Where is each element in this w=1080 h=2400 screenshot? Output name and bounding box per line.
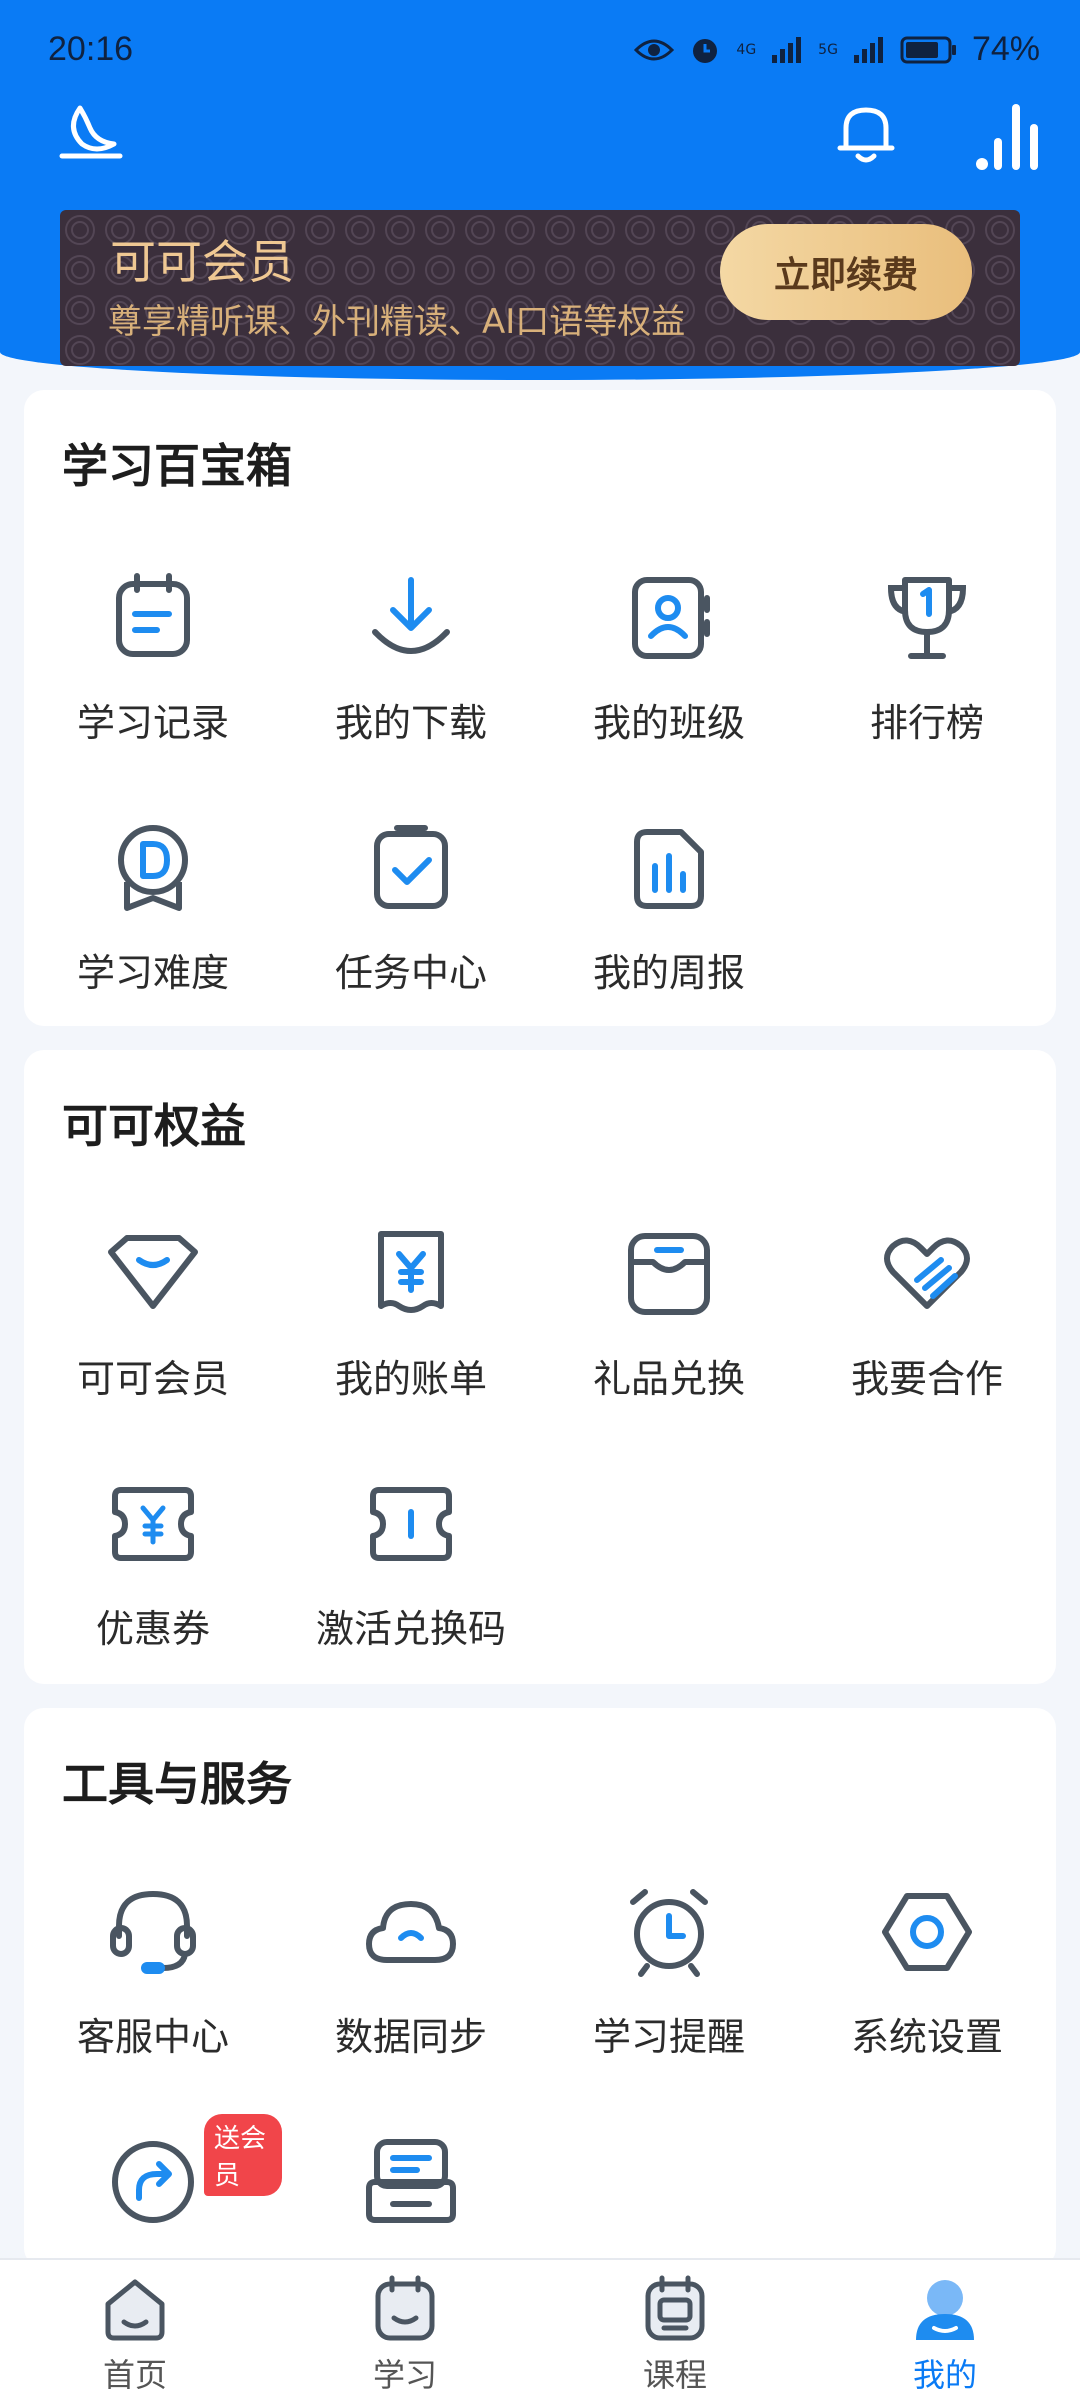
toolbox-title: 学习百宝箱	[62, 439, 292, 493]
activation-code-item[interactable]: 激活兑换码	[282, 1456, 540, 1656]
class-icon	[632, 577, 710, 659]
renew-button[interactable]: 立即续费	[720, 224, 972, 320]
system-settings-label: 系统设置	[850, 2015, 1003, 2059]
download-label: 我的下载	[334, 701, 487, 745]
network-type-2: 5G	[818, 41, 838, 58]
tab-course[interactable]: 课程	[540, 2260, 810, 2400]
share-arrow-icon	[112, 2141, 194, 2223]
network-type-1: 4G	[736, 41, 757, 58]
data-sync-item[interactable]: 数据同步	[282, 1864, 540, 2064]
alarm-clock-icon	[630, 1889, 708, 1977]
weekly-report-item[interactable]: 我的周报	[540, 800, 798, 1000]
tab-profile-label: 我的	[912, 2356, 977, 2394]
tab-home[interactable]: 首页	[0, 2260, 270, 2400]
bill-item[interactable]: 我的账单	[282, 1206, 540, 1406]
study-record-item[interactable]: 学习记录	[24, 550, 282, 750]
vip-member-label: 可可会员	[76, 1357, 229, 1401]
coupon-label: 优惠券	[95, 1607, 210, 1651]
bill-icon	[378, 1231, 444, 1313]
difficulty-item[interactable]: 学习难度	[24, 800, 282, 1000]
study-record-label: 学习记录	[76, 701, 229, 745]
stats-bars-icon[interactable]	[972, 98, 1044, 178]
weekly-report-icon	[634, 829, 704, 909]
profile-icon	[916, 2280, 974, 2340]
handshake-heart-icon	[884, 1237, 970, 1309]
activation-code-label: 激活兑换码	[315, 1607, 506, 1651]
bill-label: 我的账单	[334, 1357, 487, 1401]
home-icon	[105, 2279, 165, 2341]
leaderboard-label: 排行榜	[869, 701, 984, 745]
vip-title: 可可会员	[110, 235, 294, 289]
weekly-report-label: 我的周报	[592, 951, 745, 995]
status-time: 20:16	[48, 30, 134, 68]
alarm-icon	[693, 38, 718, 63]
study-icon	[375, 2275, 435, 2341]
difficulty-badge-icon	[118, 825, 188, 911]
vip-banner[interactable]: 可可会员 尊享精听课、外刊精读、AI口语等权益 立即续费	[60, 210, 1020, 366]
study-reminder-item[interactable]: 学习提醒	[540, 1864, 798, 2064]
download-item[interactable]: 我的下载	[282, 550, 540, 750]
gift-exchange-label: 礼品兑换	[592, 1357, 745, 1401]
cooperation-label: 我要合作	[850, 1357, 1003, 1401]
tab-home-label: 首页	[102, 2356, 167, 2394]
class-item[interactable]: 我的班级	[540, 550, 798, 750]
headset-icon	[110, 1890, 196, 1974]
vip-member-item[interactable]: 可可会员	[24, 1206, 282, 1406]
difficulty-label: 学习难度	[76, 951, 229, 995]
gift-box-icon	[628, 1233, 710, 1315]
battery-icon	[900, 36, 956, 63]
system-settings-item[interactable]: 系统设置	[798, 1864, 1056, 2064]
trophy-icon	[887, 577, 967, 659]
tab-course-label: 课程	[642, 2356, 707, 2394]
gift-vip-badge: 送会员	[204, 2114, 282, 2196]
ticket-icon	[370, 1487, 452, 1561]
task-clipboard-icon	[374, 825, 448, 909]
diamond-icon	[108, 1235, 198, 1309]
signal-icon	[772, 36, 802, 63]
benefits-title: 可可权益	[62, 1099, 246, 1153]
customer-service-label: 客服中心	[76, 2015, 229, 2059]
bottom-tab-bar: 首页 学习 课程 我的	[0, 2258, 1080, 2400]
tab-profile[interactable]: 我的	[810, 2260, 1080, 2400]
printer-icon	[366, 2139, 456, 2223]
battery-percent: 74%	[971, 30, 1040, 68]
study-reminder-label: 学习提醒	[592, 2015, 745, 2059]
benefits-card: 可可权益 可可会员 我的账单 礼品兑换 我要合作 优惠券 激活兑换码	[24, 1050, 1056, 1684]
bell-icon[interactable]	[832, 98, 900, 172]
tools-card: 工具与服务 客服中心 数据同步 学习提醒 系统设置 送会员	[24, 1708, 1056, 2268]
tab-study[interactable]: 学习	[270, 2260, 540, 2400]
night-mode-icon[interactable]	[56, 98, 126, 172]
task-center-label: 任务中心	[334, 951, 487, 995]
data-sync-label: 数据同步	[334, 2015, 487, 2059]
task-center-item[interactable]: 任务中心	[282, 800, 540, 1000]
course-icon	[645, 2275, 705, 2341]
download-icon	[372, 577, 450, 654]
cloud-sync-icon	[366, 1901, 456, 1963]
toolbox-card: 学习百宝箱 学习记录 我的下载 我的班级 排行榜 学习难度 任务中心 我的周报	[24, 390, 1056, 1026]
settings-hex-icon	[882, 1893, 972, 1971]
customer-service-item[interactable]: 客服中心	[24, 1864, 282, 2064]
signal-icon-2	[853, 36, 883, 63]
class-label: 我的班级	[592, 701, 745, 745]
coupon-icon	[112, 1487, 194, 1561]
tools-title: 工具与服务	[62, 1757, 292, 1811]
leaderboard-item[interactable]: 排行榜	[798, 550, 1056, 750]
eye-icon	[634, 39, 675, 60]
vip-subtitle: 尊享精听课、外刊精读、AI口语等权益	[108, 302, 686, 342]
status-icons: 4G 5G 74%	[634, 30, 1040, 69]
coupon-item[interactable]: 优惠券	[24, 1456, 282, 1656]
gift-exchange-item[interactable]: 礼品兑换	[540, 1206, 798, 1406]
tab-study-label: 学习	[372, 2356, 437, 2394]
status-bar: 20:16 4G 5G 74%	[0, 0, 1080, 100]
cooperation-item[interactable]: 我要合作	[798, 1206, 1056, 1406]
study-record-icon	[116, 573, 190, 657]
